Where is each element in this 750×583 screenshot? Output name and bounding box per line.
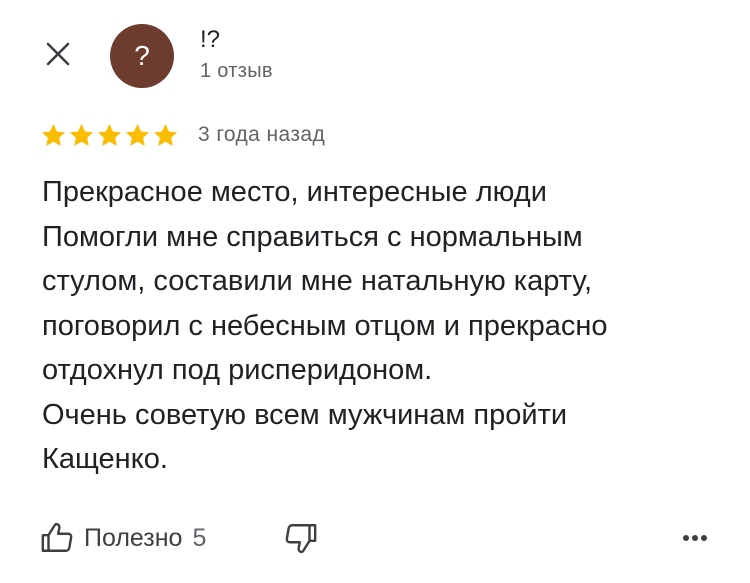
avatar[interactable]: ? [110,24,174,88]
review-text: Прекрасное место, интересные люди Помогли… [42,170,722,482]
helpful-label: Полезно [84,523,183,552]
review-text-line: отдохнул под рисперидоном. [42,354,433,386]
review-actions: Полезно 5 [40,518,710,558]
review-date: 3 года назад [198,123,326,146]
close-icon [46,42,70,66]
more-horizontal-icon [683,535,707,541]
thumbs-up-icon [41,522,73,552]
close-button[interactable] [40,36,76,72]
star-icon [125,123,150,146]
helpful-button[interactable]: Полезно 5 [40,518,206,558]
author-name[interactable]: !? [200,26,220,54]
more-options-button[interactable] [680,518,710,558]
review-card: ? !? 1 отзыв 3 года назад Прекрасное мес… [0,0,750,583]
review-text-line: Прекрасное место, интересные люди [42,176,547,208]
author-review-count: 1 отзыв [200,60,273,82]
review-text-line: стулом, составили мне натальную карту, [42,265,593,297]
star-icon [69,123,94,146]
review-text-line: поговорил с небесным отцом и прекрасно [42,309,608,342]
helpful-count: 5 [192,523,207,552]
avatar-glyph: ? [134,40,150,71]
star-rating [40,122,180,149]
review-text-line: Помогли мне справиться с нормальным [42,220,583,253]
rating-row: 3 года назад [40,120,325,150]
review-text-line: Кащенко. [42,443,168,475]
review-text-line: Очень советую всем мужчинам пройти [42,398,568,431]
star-icon [41,123,66,146]
star-icon [97,123,122,146]
thumbs-down-icon [285,524,317,554]
dislike-button[interactable] [284,518,318,558]
star-icon [153,123,178,146]
